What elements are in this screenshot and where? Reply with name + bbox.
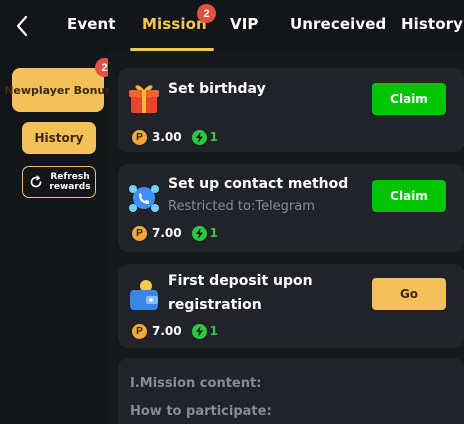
coin-amount: 3.00	[152, 130, 182, 144]
mission-content-heading: I.Mission content:	[130, 376, 262, 391]
tab-mission[interactable]: Mission	[142, 15, 207, 37]
mission-list: Set birthday Claim P 3.00 1 Set up conta…	[108, 52, 464, 424]
coin-icon: P	[132, 323, 147, 339]
mission-title: First deposit upon registration	[168, 273, 313, 313]
mission-card-contact: Set up contact method Restricted to:Tele…	[118, 164, 464, 252]
mission-content-panel: I.Mission content: How to participate:	[118, 358, 464, 424]
energy-icon	[191, 323, 207, 339]
refresh-rewards-button[interactable]: Refresh rewards	[22, 166, 96, 198]
claim-button[interactable]: Claim	[372, 180, 446, 212]
go-button[interactable]: Go	[372, 278, 446, 310]
sidebar-history-label: History	[34, 131, 84, 145]
contact-icon	[129, 185, 159, 212]
reward-row: P 3.00 1	[132, 128, 218, 146]
coin-amount: 7.00	[152, 324, 182, 338]
tab-history[interactable]: History	[401, 15, 463, 37]
tab-vip[interactable]: VIP	[230, 15, 258, 37]
reward-row: P 7.00 1	[132, 224, 218, 242]
mission-title: Set birthday	[168, 81, 266, 97]
back-button[interactable]	[10, 12, 34, 40]
newplayer-bonus-button[interactable]: Newplayer Bonus	[4, 68, 112, 112]
energy-amount: 1	[209, 324, 218, 338]
refresh-icon	[30, 175, 42, 188]
chevron-left-icon	[16, 15, 28, 37]
coin-amount: 7.00	[152, 226, 182, 240]
mission-subtitle: Restricted to:Telegram	[168, 199, 315, 214]
claim-button[interactable]: Claim	[372, 83, 446, 115]
energy-amount: 1	[209, 226, 218, 240]
how-to-participate-heading: How to participate:	[130, 404, 272, 419]
mission-card-birthday: Set birthday Claim P 3.00 1	[118, 68, 464, 152]
energy-amount: 1	[209, 130, 218, 144]
reward-row: P 7.00 1	[132, 322, 218, 340]
refresh-rewards-label: Refresh rewards	[49, 172, 91, 192]
coin-icon: P	[132, 225, 147, 241]
tab-unreceived[interactable]: Unreceived	[290, 15, 386, 37]
energy-icon	[191, 129, 207, 145]
mission-title: Set up contact method	[168, 176, 349, 192]
mission-badge: 2	[197, 4, 216, 23]
wallet-icon	[130, 280, 158, 310]
energy-icon	[191, 225, 207, 241]
newplayer-bonus-label: Newplayer Bonus	[4, 83, 112, 97]
active-tab-indicator	[130, 48, 214, 51]
sidebar-history-button[interactable]: History	[22, 122, 96, 154]
coin-icon: P	[132, 129, 147, 145]
top-nav: Event Mission 2 VIP Unreceived History	[0, 0, 464, 52]
sidebar: Newplayer Bonus 2 History Refresh reward…	[0, 52, 114, 424]
gift-icon	[129, 85, 159, 113]
tab-event[interactable]: Event	[67, 15, 116, 37]
mission-card-first-deposit: First deposit upon registration Go P 7.0…	[118, 264, 464, 348]
